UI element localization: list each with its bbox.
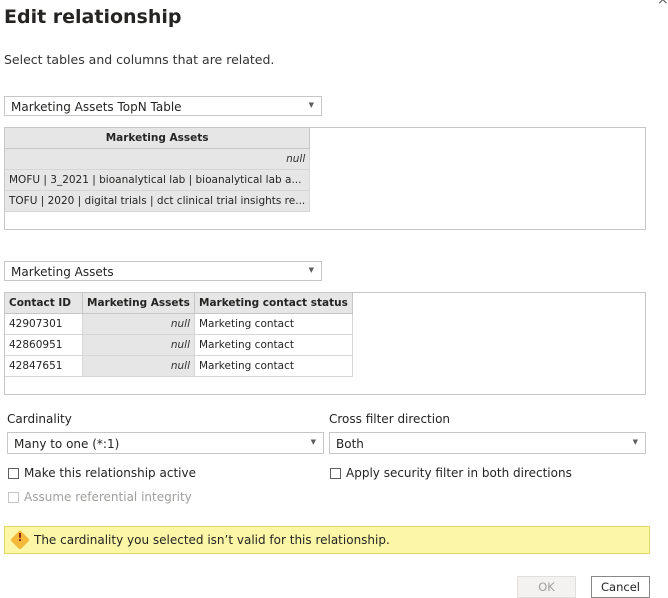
table2-col-contact-id[interactable]: Contact ID	[5, 293, 83, 314]
security-filter-label[interactable]: Apply security filter in both directions	[346, 466, 572, 480]
table1-col-header[interactable]: Marketing Assets	[5, 128, 311, 149]
cross-filter-label: Cross filter direction	[329, 412, 451, 426]
table2-col-marketing-assets[interactable]: Marketing Assets	[82, 293, 195, 314]
security-filter-checkbox[interactable]	[330, 468, 341, 479]
table2-cell[interactable]: Marketing contact	[194, 313, 353, 335]
table1-dropdown-value: Marketing Assets TopN Table	[11, 100, 182, 114]
cross-filter-dropdown[interactable]: Both ▼	[329, 432, 646, 454]
table2-cell[interactable]: null	[82, 334, 195, 356]
referential-integrity-checkbox	[8, 492, 19, 503]
cardinality-label: Cardinality	[7, 412, 72, 426]
warning-icon-glyph: !	[17, 531, 23, 544]
table-row: 42847651 null Marketing contact	[5, 355, 353, 377]
ok-button[interactable]: OK	[517, 576, 576, 598]
table1-cell[interactable]: null	[5, 148, 311, 170]
table1-dropdown[interactable]: Marketing Assets TopN Table ▼	[4, 96, 322, 116]
chevron-down-icon: ▼	[308, 101, 314, 109]
cardinality-value: Many to one (*:1)	[14, 437, 120, 451]
cancel-button[interactable]: Cancel	[591, 576, 650, 598]
chevron-down-icon: ▼	[632, 438, 638, 446]
table2-cell[interactable]: Marketing contact	[194, 355, 353, 377]
table2-cell[interactable]: null	[82, 313, 195, 335]
table-row: TOFU | 2020 | digital trials | dct clini…	[5, 190, 311, 212]
table2-cell[interactable]: 42847651	[5, 355, 83, 377]
warning-banner: ! The cardinality you selected isn’t val…	[4, 526, 650, 554]
dialog-title: Edit relationship	[4, 6, 182, 28]
table1-grid: Marketing Assets null MOFU | 3_2021 | bi…	[5, 128, 311, 212]
table2-preview: Contact ID Marketing Assets Marketing co…	[4, 292, 646, 395]
warning-text: The cardinality you selected isn’t valid…	[34, 533, 390, 547]
make-active-label[interactable]: Make this relationship active	[24, 466, 196, 480]
table2-cell[interactable]: 42907301	[5, 313, 83, 335]
table-row: 42907301 null Marketing contact	[5, 313, 353, 335]
table1-cell[interactable]: MOFU | 3_2021 | bioanalytical lab | bioa…	[5, 169, 311, 191]
table2-dropdown-value: Marketing Assets	[11, 265, 114, 279]
table1-cell[interactable]: TOFU | 2020 | digital trials | dct clini…	[5, 190, 311, 212]
table2-cell[interactable]: 42860951	[5, 334, 83, 356]
table-row: 42860951 null Marketing contact	[5, 334, 353, 356]
table2-col-contact-status[interactable]: Marketing contact status	[194, 293, 353, 314]
table-row: null	[5, 148, 311, 170]
table2-dropdown[interactable]: Marketing Assets ▼	[4, 261, 322, 281]
referential-integrity-label: Assume referential integrity	[24, 490, 192, 504]
chevron-down-icon: ▼	[308, 266, 314, 274]
table1-preview: Marketing Assets null MOFU | 3_2021 | bi…	[4, 127, 646, 230]
cardinality-dropdown[interactable]: Many to one (*:1) ▼	[7, 432, 324, 454]
table2-grid: Contact ID Marketing Assets Marketing co…	[5, 293, 353, 377]
table2-cell[interactable]: null	[82, 355, 195, 377]
close-icon[interactable]: ×	[657, 0, 668, 8]
chevron-down-icon: ▼	[310, 438, 316, 446]
cross-filter-value: Both	[336, 437, 364, 451]
table2-cell[interactable]: Marketing contact	[194, 334, 353, 356]
table-row: MOFU | 3_2021 | bioanalytical lab | bioa…	[5, 169, 311, 191]
make-active-checkbox[interactable]	[8, 468, 19, 479]
dialog-subtitle: Select tables and columns that are relat…	[4, 52, 275, 67]
